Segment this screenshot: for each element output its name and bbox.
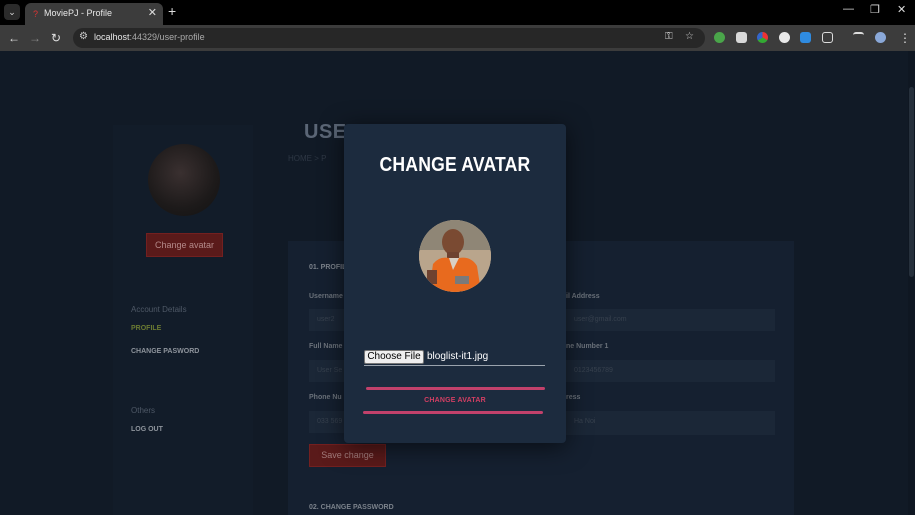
site-info-icon[interactable]: ⚙ <box>79 31 88 42</box>
others-heading: Others <box>131 406 156 415</box>
extension-green-icon[interactable] <box>714 32 725 43</box>
page-scrollbar[interactable] <box>908 51 915 515</box>
sidebar-item-logout[interactable]: LOG OUT <box>131 426 163 433</box>
username-field[interactable]: user2 <box>309 309 345 331</box>
sidebar-item-change-password[interactable]: CHANGE PASWORD <box>131 348 199 355</box>
tab-search-button[interactable]: ⌄ <box>4 4 20 20</box>
save-change-button[interactable]: Save change <box>309 444 386 467</box>
browser-tab-bar: ⌄ ? MoviePJ - Profile ✕ + — ❐ ✕ <box>0 0 915 25</box>
fullname-label: Full Name <box>309 343 343 350</box>
phone2-field[interactable]: 0123456789 <box>566 360 775 382</box>
email-label: il Address <box>566 293 600 300</box>
url-host: localhost <box>94 32 130 42</box>
bookmark-star-icon[interactable]: ☆ <box>685 31 694 42</box>
browser-tab[interactable]: ? MoviePJ - Profile ✕ <box>25 3 163 25</box>
avatar-preview-image <box>419 220 491 292</box>
new-tab-plus-icon[interactable]: + <box>168 3 176 19</box>
submit-button-top-border <box>366 387 545 390</box>
restore-icon[interactable]: ❐ <box>870 3 880 16</box>
tab-title: MoviePJ - Profile <box>44 8 113 18</box>
browser-toolbar: ← → ↻ ⚙ localhost:44329/user-profile ⚿ ☆… <box>0 25 915 51</box>
address-label: ress <box>566 394 581 401</box>
submit-button-bottom-border <box>363 411 543 414</box>
site-favicon-icon: ? <box>33 9 39 19</box>
choose-file-button[interactable]: Choose File <box>364 350 424 364</box>
url-path: :44329/user-profile <box>129 32 205 42</box>
browser-menu-icon[interactable]: ⋮ <box>899 30 911 46</box>
change-password-section-title: 02. CHANGE PASSWORD <box>309 504 394 511</box>
window-close-icon[interactable]: ✕ <box>897 3 906 16</box>
phone-field[interactable]: 033 569 <box>309 411 345 433</box>
password-key-icon[interactable]: ⚿ <box>665 31 673 42</box>
change-avatar-modal: CHANGE AVATAR Choose File bloglist-it1.j… <box>344 124 566 443</box>
tab-close-icon[interactable]: ✕ <box>148 6 157 19</box>
fullname-field[interactable]: User Se <box>309 360 345 382</box>
change-avatar-submit-button[interactable]: CHANGE AVATAR <box>344 397 566 404</box>
scrollbar-thumb[interactable] <box>909 87 914 277</box>
reload-icon[interactable]: ↻ <box>51 30 61 46</box>
extension-grey-icon[interactable] <box>736 32 747 43</box>
phone-label: Phone Nu <box>309 394 342 401</box>
phone2-label: ne Number 1 <box>566 343 609 350</box>
url-text: localhost:44329/user-profile <box>94 32 205 42</box>
avatar-preview-photo <box>419 220 491 292</box>
address-bar[interactable]: ⚙ localhost:44329/user-profile ⚿ ☆ <box>73 28 705 48</box>
address-field[interactable]: Ha Noi <box>566 411 775 435</box>
media-controls-icon[interactable] <box>853 32 864 43</box>
selected-file-name: bloglist-it1.jpg <box>427 351 489 362</box>
change-avatar-button[interactable]: Change avatar <box>146 233 223 257</box>
username-label: Username <box>309 293 343 300</box>
minimize-icon[interactable]: — <box>843 3 854 15</box>
extension-white-circle-icon[interactable] <box>779 32 790 43</box>
back-arrow-icon[interactable]: ← <box>8 30 20 46</box>
extension-color-wheel-icon[interactable] <box>757 32 768 43</box>
profile-section-title: 01. PROFIL <box>309 264 347 271</box>
email-field[interactable]: user@gmail.com <box>566 309 775 331</box>
profile-avatar-icon[interactable] <box>875 32 886 43</box>
extensions-puzzle-icon[interactable] <box>822 32 833 43</box>
account-details-heading: Account Details <box>131 305 187 314</box>
breadcrumb: HOME > P <box>288 154 327 163</box>
file-input-row: Choose File bloglist-it1.jpg <box>364 350 545 366</box>
sidebar-item-profile[interactable]: PROFILE <box>131 325 161 332</box>
forward-arrow-icon[interactable]: → <box>29 30 41 46</box>
current-avatar-image <box>148 144 220 216</box>
modal-title: CHANGE AVATAR <box>379 154 531 176</box>
extension-download-icon[interactable] <box>800 32 811 43</box>
